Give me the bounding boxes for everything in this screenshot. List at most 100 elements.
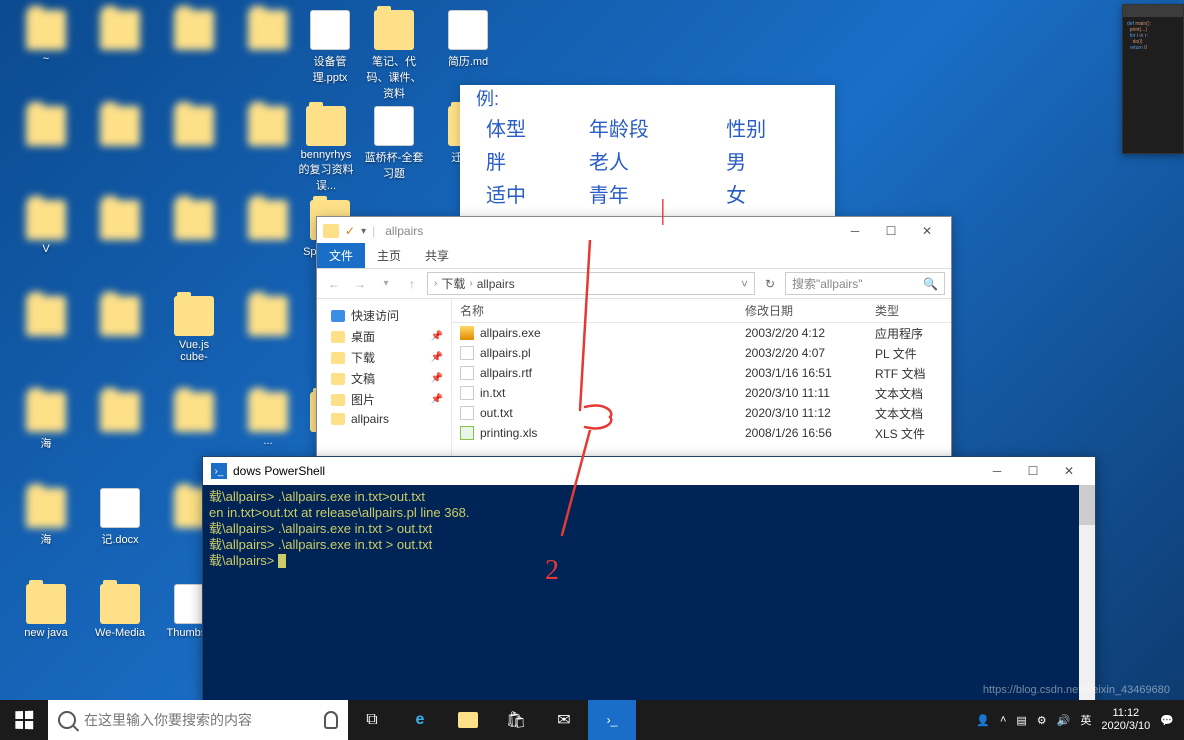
task-view-button[interactable]: ⧉	[348, 700, 396, 740]
desktop-icon[interactable]	[164, 392, 224, 435]
desktop-icon[interactable]	[90, 10, 150, 53]
col-name[interactable]: 名称	[452, 302, 737, 319]
explorer-file-pane[interactable]: 名称 修改日期 类型 allpairs.exe2003/2/20 4:12应用程…	[452, 299, 951, 475]
taskbar-mail[interactable]: ✉	[540, 700, 588, 740]
desktop-icon[interactable]: 海	[16, 392, 76, 451]
file-row[interactable]: allpairs.pl2003/2/20 4:07PL 文件	[452, 343, 951, 363]
start-button[interactable]	[0, 700, 48, 740]
explorer-titlebar[interactable]: ✓ ▾ | allpairs ─ ☐ ✕	[317, 217, 951, 245]
tray-app-icon[interactable]: ▤	[1016, 714, 1026, 727]
people-icon[interactable]: 👤	[976, 714, 990, 727]
nav-desktop[interactable]: 桌面📌	[321, 326, 447, 347]
search-icon[interactable]: 🔍	[923, 277, 938, 291]
desktop-icon[interactable]: We-Media	[90, 584, 150, 639]
desktop-icon[interactable]: 蓝桥杯-全套习题	[364, 106, 424, 181]
file-explorer-window[interactable]: ✓ ▾ | allpairs ─ ☐ ✕ 文件 主页 共享 ← → ▾ ↑ › …	[316, 216, 952, 476]
file-icon	[460, 366, 474, 380]
file-row[interactable]: out.txt2020/3/10 11:12文本文档	[452, 403, 951, 423]
nav-forward-button[interactable]: →	[349, 273, 371, 295]
editor-titlebar[interactable]	[1123, 5, 1183, 17]
file-row[interactable]: printing.xls2008/1/26 16:56XLS 文件	[452, 423, 951, 443]
scrollbar-thumb[interactable]	[1079, 485, 1095, 525]
ribbon-tab-home[interactable]: 主页	[365, 243, 413, 268]
refresh-button[interactable]: ↻	[759, 277, 781, 291]
desktop-icon[interactable]	[90, 106, 150, 149]
desktop-icon[interactable]	[164, 106, 224, 149]
scrollbar[interactable]	[1079, 485, 1095, 707]
explorer-nav-pane[interactable]: 快速访问 桌面📌 下载📌 文稿📌 图片📌 allpairs	[317, 299, 452, 475]
addr-dropdown-icon[interactable]: ˅	[741, 277, 748, 291]
desktop-icon[interactable]: ~	[16, 10, 76, 65]
desktop-icon[interactable]: 笔记、代码、课件、资料	[364, 10, 424, 101]
system-tray[interactable]: 👤 ˄ ▤ ⚙ 🔊 英 11:12 2020/3/10 💬	[966, 707, 1184, 733]
code-editor-window[interactable]: def main(): print(...) for i in r: do(i)…	[1122, 4, 1184, 154]
desktop-icon[interactable]	[238, 106, 298, 149]
desktop-icon[interactable]	[238, 296, 298, 339]
nav-back-button[interactable]: ←	[323, 273, 345, 295]
desktop-icon[interactable]: 简历.md	[438, 10, 498, 69]
file-row[interactable]: allpairs.exe2003/2/20 4:12应用程序	[452, 323, 951, 343]
desktop-icon[interactable]	[16, 106, 76, 149]
desktop-icon[interactable]	[164, 10, 224, 53]
tray-chevron-icon[interactable]: ˄	[1000, 714, 1006, 726]
nav-downloads[interactable]: 下载📌	[321, 347, 447, 368]
qat-dropdown-icon[interactable]: ▾	[361, 226, 366, 237]
desktop-icon[interactable]: Vue.js cube-	[164, 296, 224, 363]
breadcrumb-seg[interactable]: allpairs	[477, 277, 515, 291]
mic-icon[interactable]	[324, 711, 338, 729]
minimize-button[interactable]: ─	[979, 459, 1015, 483]
nav-allpairs[interactable]: allpairs	[321, 410, 447, 428]
desktop-icon[interactable]	[90, 296, 150, 339]
desktop-icon[interactable]	[238, 200, 298, 243]
file-type: XLS 文件	[867, 425, 951, 442]
maximize-button[interactable]: ☐	[873, 219, 909, 243]
taskbar[interactable]: 在这里输入你要搜索的内容 ⧉ e 🛍 ✉ ›_ 👤 ˄ ▤ ⚙ 🔊 英 11:1…	[0, 700, 1184, 740]
taskbar-store[interactable]: 🛍	[492, 700, 540, 740]
desktop-icon[interactable]: 海	[16, 488, 76, 547]
taskbar-search-input[interactable]: 在这里输入你要搜索的内容	[48, 700, 348, 740]
desktop-icon[interactable]: bennyrhys的复习资料误...	[296, 106, 356, 193]
desktop-icon[interactable]: 记.docx	[90, 488, 150, 547]
desktop-icon[interactable]	[90, 392, 150, 435]
close-button[interactable]: ✕	[909, 219, 945, 243]
nav-quick-access[interactable]: 快速访问	[321, 305, 447, 326]
col-type[interactable]: 类型	[867, 302, 951, 319]
nav-up-button[interactable]: ↑	[401, 273, 423, 295]
desktop-icon[interactable]: 设备管理.pptx	[300, 10, 360, 85]
desktop-icon-label: 笔记、代码、课件、资料	[364, 53, 424, 101]
desktop-icon[interactable]	[16, 296, 76, 339]
ime-indicator[interactable]: 英	[1080, 712, 1091, 728]
ribbon-tab-file[interactable]: 文件	[317, 243, 365, 268]
desktop-icon[interactable]: new java	[16, 584, 76, 639]
address-bar[interactable]: › 下载 › allpairs ˅	[427, 272, 755, 295]
network-icon[interactable]: ⚙	[1037, 714, 1047, 727]
nav-documents[interactable]: 文稿📌	[321, 368, 447, 389]
powershell-titlebar[interactable]: ›_ dows PowerShell ─ ☐ ✕	[203, 457, 1095, 485]
taskbar-clock[interactable]: 11:12 2020/3/10	[1101, 707, 1150, 733]
nav-pictures[interactable]: 图片📌	[321, 389, 447, 410]
file-type: RTF 文档	[867, 365, 951, 382]
explorer-search-input[interactable]: 搜索"allpairs" 🔍	[785, 272, 945, 295]
nav-recent-button[interactable]: ▾	[375, 273, 397, 295]
file-row[interactable]: allpairs.rtf2003/1/16 16:51RTF 文档	[452, 363, 951, 383]
col-date[interactable]: 修改日期	[737, 302, 867, 319]
maximize-button[interactable]: ☐	[1015, 459, 1051, 483]
desktop-icon[interactable]	[90, 200, 150, 243]
breadcrumb-seg[interactable]: 下载	[441, 275, 465, 292]
ribbon-tab-share[interactable]: 共享	[413, 243, 461, 268]
volume-icon[interactable]: 🔊	[1057, 714, 1071, 727]
desktop-icon[interactable]: ...	[238, 392, 298, 447]
powershell-window[interactable]: ›_ dows PowerShell ─ ☐ ✕ 载\allpairs> .\a…	[202, 456, 1096, 708]
powershell-terminal[interactable]: 载\allpairs> .\allpairs.exe in.txt>out.tx…	[203, 485, 1095, 707]
desktop-icon[interactable]	[238, 10, 298, 53]
taskbar-powershell[interactable]: ›_	[588, 700, 636, 740]
desktop-icon-label: ~	[43, 53, 49, 65]
file-row[interactable]: in.txt2020/3/10 11:11文本文档	[452, 383, 951, 403]
desktop-icon[interactable]: V	[16, 200, 76, 255]
taskbar-explorer[interactable]	[444, 700, 492, 740]
desktop-icon[interactable]	[164, 200, 224, 243]
minimize-button[interactable]: ─	[837, 219, 873, 243]
notifications-icon[interactable]: 💬	[1160, 714, 1174, 727]
taskbar-edge[interactable]: e	[396, 700, 444, 740]
close-button[interactable]: ✕	[1051, 459, 1087, 483]
